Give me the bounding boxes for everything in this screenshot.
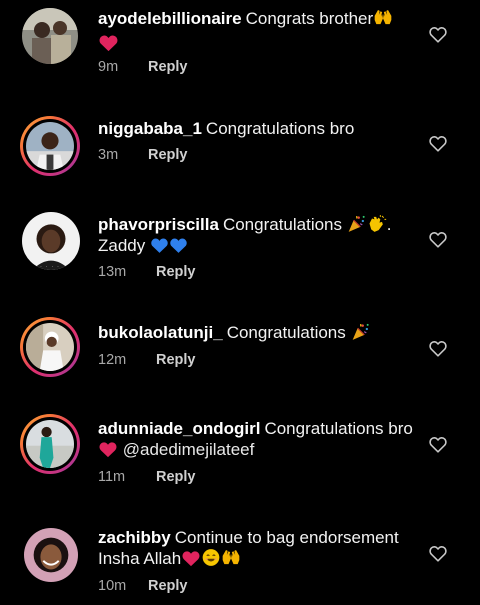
blue-heart-icon [169, 236, 188, 254]
comment-body: Congratulations bro [205, 119, 355, 138]
reply-button[interactable]: Reply [148, 59, 188, 75]
comment-item: zachibby Continue to bag endorsement Insh… [0, 510, 480, 605]
red-heart-icon [181, 549, 201, 567]
username[interactable]: phavorpriscilla [98, 215, 219, 234]
comment-text: zachibby Continue to bag endorsement Insh… [98, 527, 418, 569]
avatar-image [26, 323, 74, 371]
avatar-caption: · · · · [40, 264, 60, 270]
comment-item: niggababa_1 Congratulations bro 3m Reply [0, 100, 480, 200]
party-popper-icon [347, 214, 367, 233]
raising-hands-icon [373, 8, 393, 27]
comment-meta: 13m Reply [98, 264, 196, 280]
party-popper-icon [351, 322, 371, 341]
like-heart-icon[interactable] [428, 134, 448, 152]
reply-button[interactable]: Reply [156, 352, 196, 368]
reply-button[interactable]: Reply [148, 578, 188, 594]
reply-button[interactable]: Reply [156, 264, 196, 280]
comment-body: Congrats brother [245, 9, 374, 28]
avatar-image [22, 8, 78, 64]
timestamp: 12m [98, 352, 127, 368]
avatar[interactable] [20, 317, 80, 377]
comment-item: · · · · phavorpriscilla Congratulations .… [0, 200, 480, 300]
red-heart-icon [98, 440, 118, 458]
comment-text: phavorpriscilla Congratulations . Zaddy [98, 214, 418, 256]
like-heart-icon[interactable] [428, 435, 448, 453]
smiling-face-icon [201, 548, 221, 567]
comment-body: Congratulations bro [264, 419, 413, 438]
comment-meta: 9m Reply [98, 59, 188, 75]
like-heart-icon[interactable] [428, 25, 448, 43]
mention-link[interactable]: @adedimejilateef [123, 440, 255, 459]
username[interactable]: adunniade_ondogirl [98, 419, 260, 438]
comment-item: adunniade_ondogirl Congratulations bro @a… [0, 400, 480, 510]
avatar[interactable] [24, 528, 78, 582]
reply-button[interactable]: Reply [156, 469, 196, 485]
timestamp: 3m [98, 147, 119, 163]
comment-text: ayodelebillionaire Congrats brother [98, 8, 418, 54]
username[interactable]: zachibby [98, 528, 171, 547]
avatar[interactable] [20, 414, 80, 474]
comment-meta: 12m Reply [98, 352, 196, 368]
clapping-hand-icon [367, 214, 387, 233]
avatar[interactable] [22, 8, 78, 64]
red-heart-icon [98, 33, 119, 52]
comment-meta: 3m Reply [98, 147, 188, 163]
timestamp: 11m [98, 469, 126, 485]
timestamp: 13m [98, 264, 127, 280]
reply-button[interactable]: Reply [148, 147, 188, 163]
raising-hands-icon [221, 548, 241, 567]
avatar[interactable] [20, 116, 80, 176]
avatar-image [24, 528, 78, 582]
timestamp: 10m [98, 578, 127, 594]
like-heart-icon[interactable] [428, 339, 448, 357]
comment-text: bukolaolatunji_ Congratulations [98, 322, 418, 343]
username[interactable]: bukolaolatunji_ [98, 323, 223, 342]
avatar-image [26, 122, 74, 170]
comment-item: bukolaolatunji_ Congratulations 12m Reply [0, 300, 480, 400]
username[interactable]: ayodelebillionaire [98, 9, 242, 28]
comment-text: niggababa_1 Congratulations bro [98, 118, 418, 139]
username[interactable]: niggababa_1 [98, 119, 202, 138]
avatar[interactable] [22, 212, 80, 270]
comment-meta: 11m Reply [98, 469, 196, 485]
avatar-image [22, 212, 80, 270]
timestamp: 9m [98, 59, 119, 75]
comment-meta: 10m Reply [98, 578, 188, 594]
like-heart-icon[interactable] [428, 230, 448, 248]
comment-body: Congratulations [226, 323, 346, 342]
blue-heart-icon [150, 236, 169, 254]
comment-item: ayodelebillionaire Congrats brother 9m Rep… [0, 0, 480, 100]
comment-body: Congratulations [222, 215, 343, 234]
avatar-image [26, 420, 74, 468]
comment-text: adunniade_ondogirl Congratulations bro @a… [98, 418, 418, 460]
like-heart-icon[interactable] [428, 544, 448, 562]
